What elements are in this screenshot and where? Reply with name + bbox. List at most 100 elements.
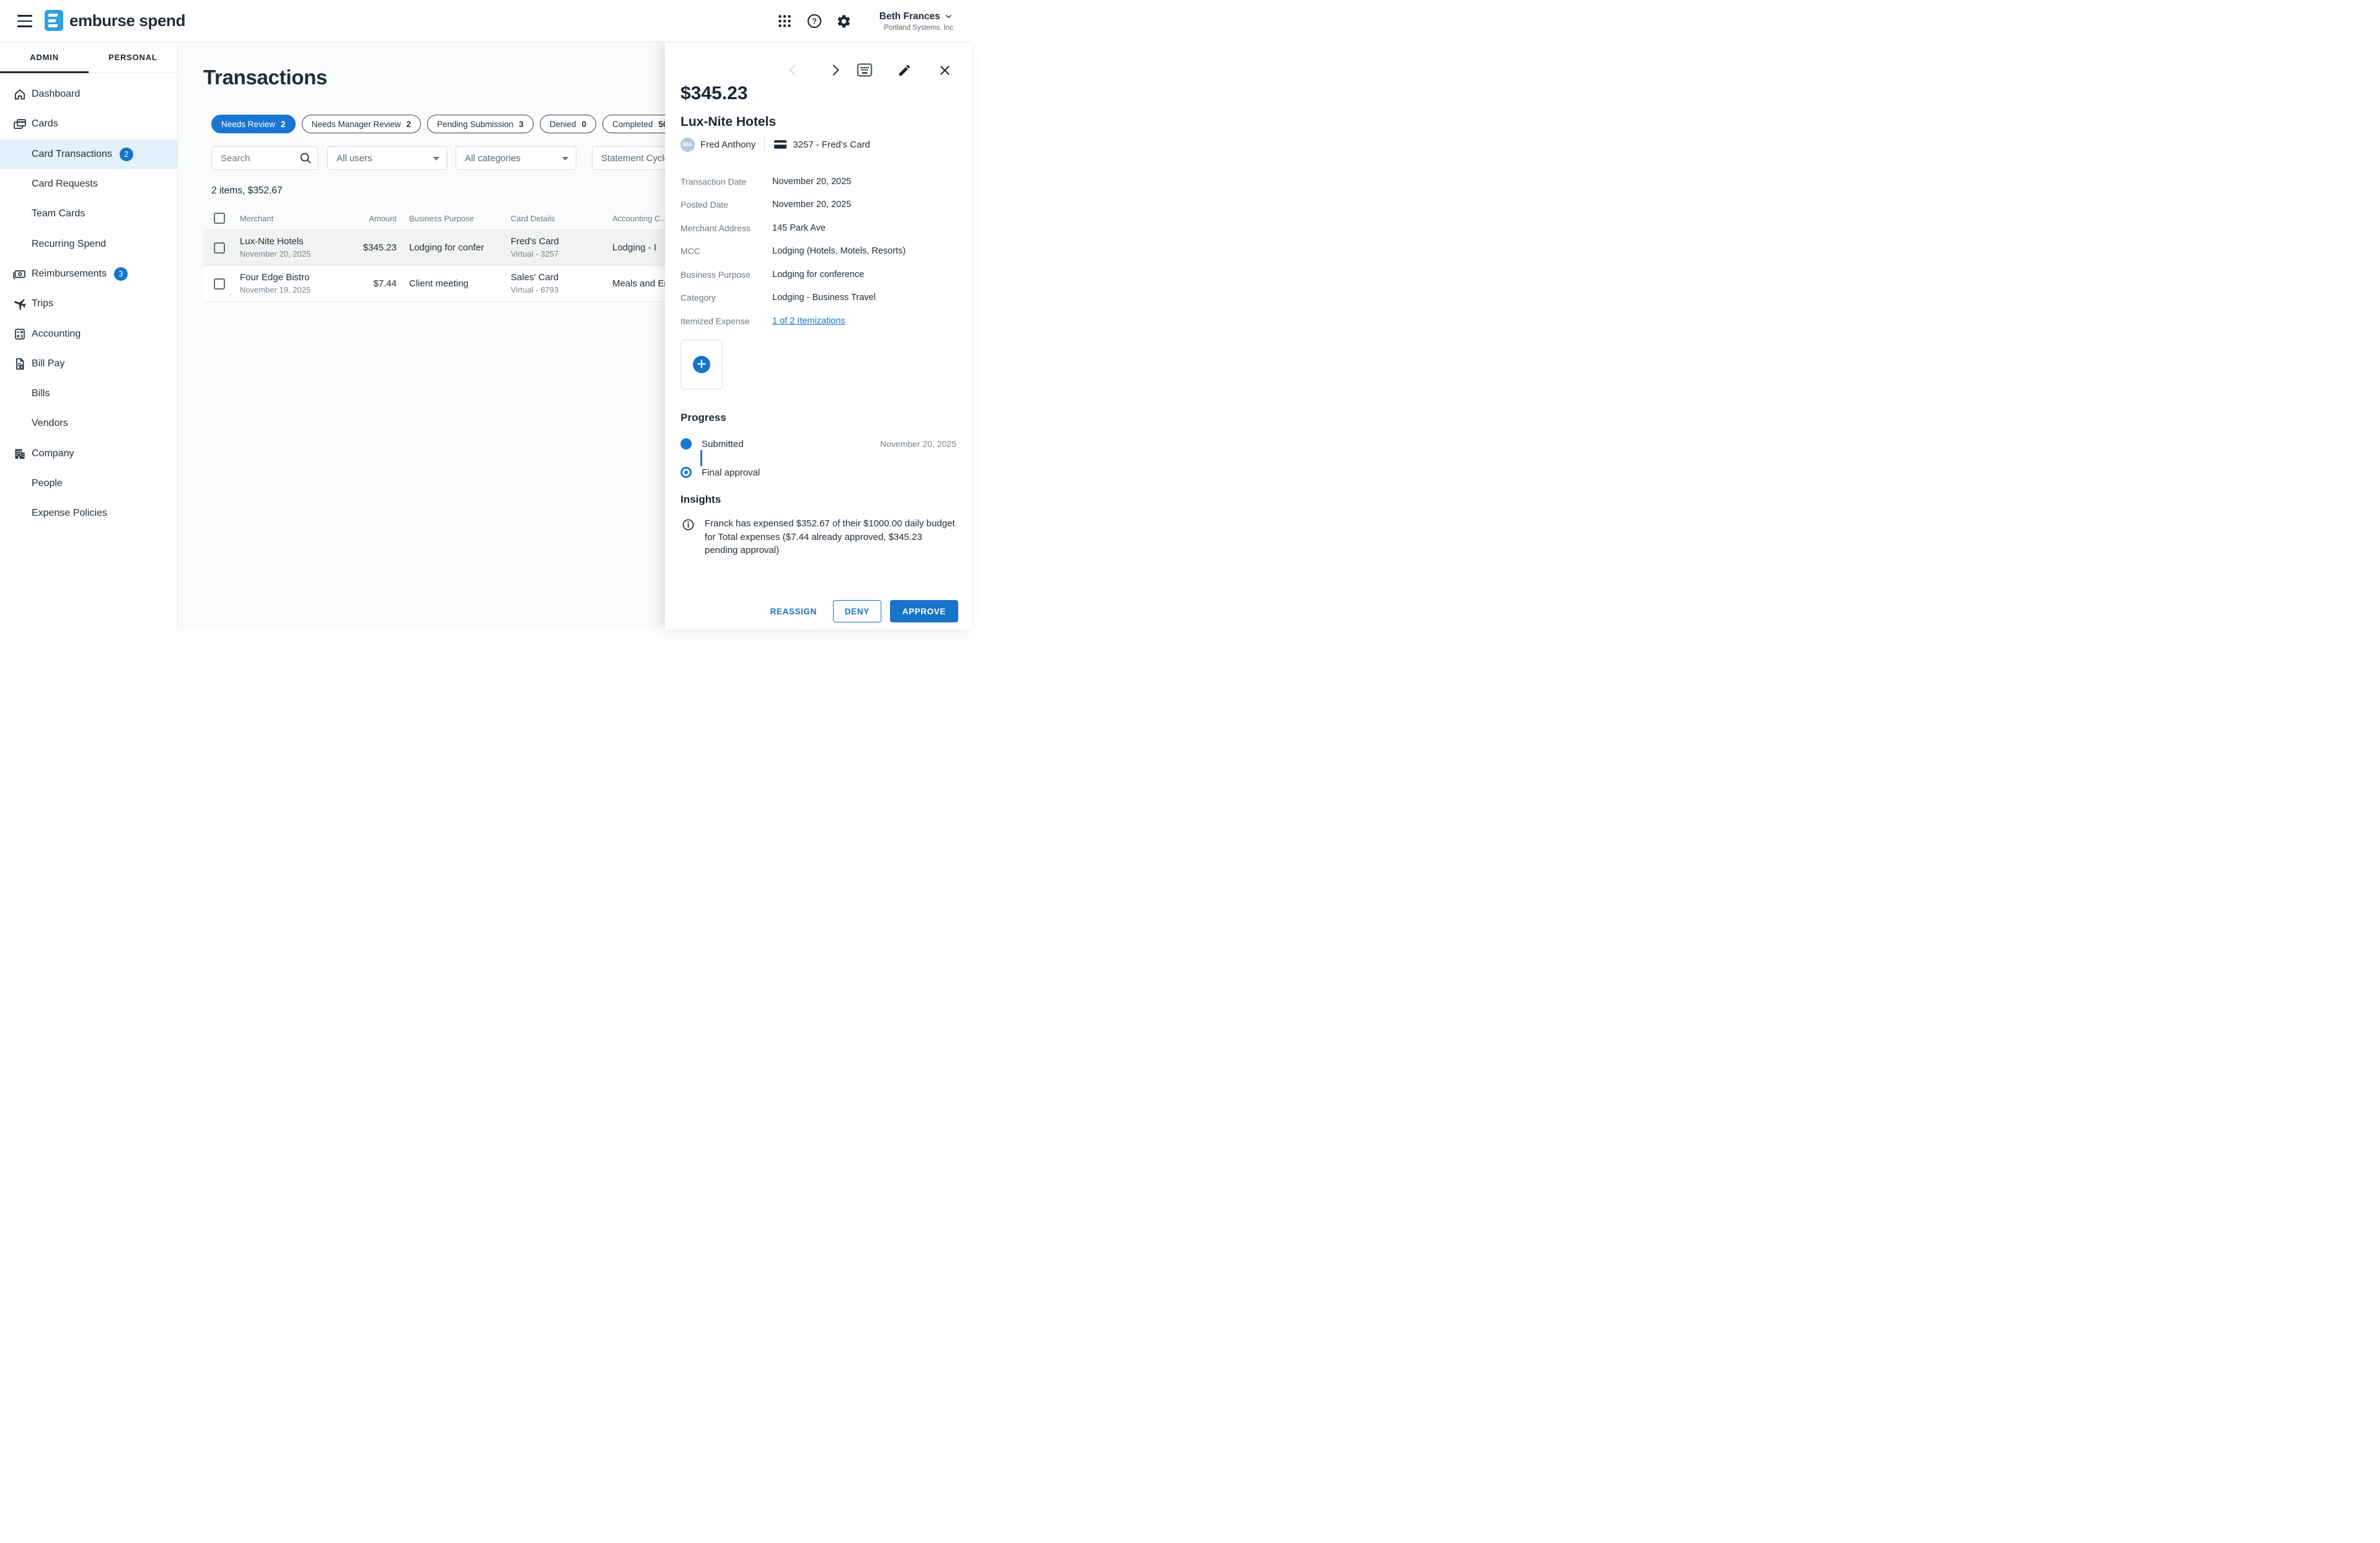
sidebar-item-dashboard[interactable]: Dashboard <box>0 79 177 109</box>
help-icon[interactable]: ? <box>804 11 825 32</box>
step-date: November 20, 2025 <box>880 439 956 449</box>
plane-icon <box>12 296 27 311</box>
user-company: Portland Systems, Inc <box>884 24 953 32</box>
app-grid-icon[interactable] <box>774 11 795 32</box>
hamburger-menu-icon[interactable] <box>17 15 32 27</box>
progress-step-submitted: Submitted November 20, 2025 <box>681 438 956 450</box>
edit-transaction-button[interactable] <box>896 62 912 78</box>
col-business-purpose: Business Purpose <box>409 214 502 223</box>
transaction-amount: $345.23 <box>681 83 747 104</box>
chevron-right-icon <box>828 63 843 77</box>
all-categories-dropdown[interactable]: All categories <box>456 146 576 170</box>
status-filter-chips: Needs Review2 Needs Manager Review2 Pend… <box>211 115 703 133</box>
sidebar-item-team-cards[interactable]: Team Cards <box>0 199 177 229</box>
sidebar-item-people[interactable]: People <box>0 469 177 498</box>
sidebar-item-card-transactions[interactable]: Card Transactions 2 <box>0 139 177 169</box>
sidebar-item-vendors[interactable]: Vendors <box>0 409 177 438</box>
sidebar-item-bill-pay[interactable]: $ Bill Pay <box>0 349 177 379</box>
user-name: Beth Frances <box>879 11 940 22</box>
svg-text:$: $ <box>20 334 23 338</box>
card-label: 3257 - Fred's Card <box>793 139 870 150</box>
chip-denied[interactable]: Denied0 <box>540 115 596 133</box>
col-merchant: Merchant <box>240 214 273 223</box>
user-menu[interactable]: Beth Frances Portland Systems, Inc <box>879 11 953 32</box>
step-current-icon <box>681 467 692 478</box>
app-header: emburse spend ? Beth Frances Portland Sy… <box>0 0 972 42</box>
progress-connector <box>700 450 702 466</box>
keyboard-shortcuts-button[interactable] <box>857 62 873 78</box>
chip-pending-submission[interactable]: Pending Submission3 <box>427 115 534 133</box>
sidebar-item-bills[interactable]: Bills <box>0 379 177 409</box>
panel-actions: REASSIGN DENY APPROVE <box>763 600 958 622</box>
reimbursements-badge: 3 <box>114 267 128 281</box>
field-business-purpose: Business PurposeLodging for conference <box>681 263 956 286</box>
svg-text:?: ? <box>812 17 817 25</box>
deny-button[interactable]: DENY <box>833 600 881 622</box>
chevron-down-icon <box>944 12 953 21</box>
page-title: Transactions <box>203 66 327 89</box>
building-icon <box>12 446 27 461</box>
field-itemized-expense: Itemized Expense1 of 2 Itemizations <box>681 309 956 333</box>
keyboard-icon <box>857 63 873 77</box>
itemizations-link[interactable]: 1 of 2 Itemizations <box>772 316 845 326</box>
sidebar-item-accounting[interactable]: $ Accounting <box>0 319 177 348</box>
tab-personal[interactable]: PERSONAL <box>89 42 177 73</box>
meta-divider <box>764 136 765 153</box>
close-icon <box>938 64 951 77</box>
sidebar-item-cards[interactable]: Cards <box>0 109 177 139</box>
step-done-icon <box>681 438 692 449</box>
sidebar-item-card-requests[interactable]: Card Requests <box>0 169 177 199</box>
chevron-left-icon <box>785 63 800 77</box>
caret-down-icon <box>562 157 568 161</box>
settings-gear-icon[interactable] <box>834 11 855 32</box>
bill-icon: $ <box>12 356 27 371</box>
all-users-dropdown[interactable]: All users <box>327 146 447 170</box>
sidebar-item-reimbursements[interactable]: Reimbursements 3 <box>0 259 177 289</box>
select-all-checkbox[interactable] <box>214 213 225 224</box>
merchant-name: Lux-Nite Hotels <box>681 115 776 130</box>
reassign-button[interactable]: REASSIGN <box>763 601 824 622</box>
field-category: CategoryLodging - Business Travel <box>681 286 956 310</box>
progress-heading: Progress <box>681 412 726 424</box>
sidebar-item-recurring-spend[interactable]: Recurring Spend <box>0 229 177 259</box>
field-transaction-date: Transaction DateNovember 20, 2025 <box>681 170 956 193</box>
insight-item: Franck has expensed $352.67 of their $10… <box>682 517 956 557</box>
sidebar: ADMIN PERSONAL Dashboard Cards Card Tran… <box>0 42 178 630</box>
filter-bar: All users All categories Statement Cycle <box>211 146 725 170</box>
transaction-detail-panel: $345.23 Lux-Nite Hotels MA Fred Anthony … <box>665 42 972 630</box>
sidebar-item-trips[interactable]: Trips <box>0 289 177 319</box>
row-checkbox[interactable] <box>214 242 225 254</box>
field-merchant-address: Merchant Address145 Park Ave <box>681 216 956 240</box>
col-accounting: Accounting C... <box>612 214 667 223</box>
tab-admin[interactable]: ADMIN <box>0 42 89 73</box>
caret-down-icon <box>433 157 439 161</box>
chip-needs-review[interactable]: Needs Review2 <box>211 115 296 133</box>
approve-button[interactable]: APPROVE <box>890 600 958 622</box>
credit-card-icon <box>774 139 787 150</box>
prev-transaction-button[interactable] <box>785 62 801 78</box>
progress-step-final-approval: Final approval <box>681 466 956 479</box>
money-icon <box>12 267 27 281</box>
sidebar-item-expense-policies[interactable]: Expense Policies <box>0 498 177 528</box>
app-logo: emburse spend <box>45 10 185 31</box>
plus-icon <box>697 360 706 368</box>
search-icon <box>299 151 312 165</box>
next-transaction-button[interactable] <box>827 62 844 78</box>
emburse-logo-icon <box>45 10 63 31</box>
close-panel-button[interactable] <box>937 62 953 78</box>
items-summary: 2 items, $352.67 <box>211 185 283 197</box>
insight-text: Franck has expensed $352.67 of their $10… <box>705 517 955 557</box>
sidebar-item-company[interactable]: Company <box>0 439 177 469</box>
pencil-icon <box>897 63 912 77</box>
home-icon <box>12 87 27 102</box>
card-transactions-badge: 2 <box>120 148 133 161</box>
detail-fields: Transaction DateNovember 20, 2025 Posted… <box>681 170 956 333</box>
chip-needs-manager-review[interactable]: Needs Manager Review2 <box>302 115 421 133</box>
add-receipt-button[interactable] <box>693 356 710 373</box>
col-amount: Amount <box>352 214 397 223</box>
avatar: MA <box>681 138 695 152</box>
cards-icon <box>12 117 27 131</box>
row-checkbox[interactable] <box>214 278 225 290</box>
col-card-details: Card Details <box>511 214 555 223</box>
field-mcc: MCCLodging (Hotels, Motels, Resorts) <box>681 240 956 263</box>
